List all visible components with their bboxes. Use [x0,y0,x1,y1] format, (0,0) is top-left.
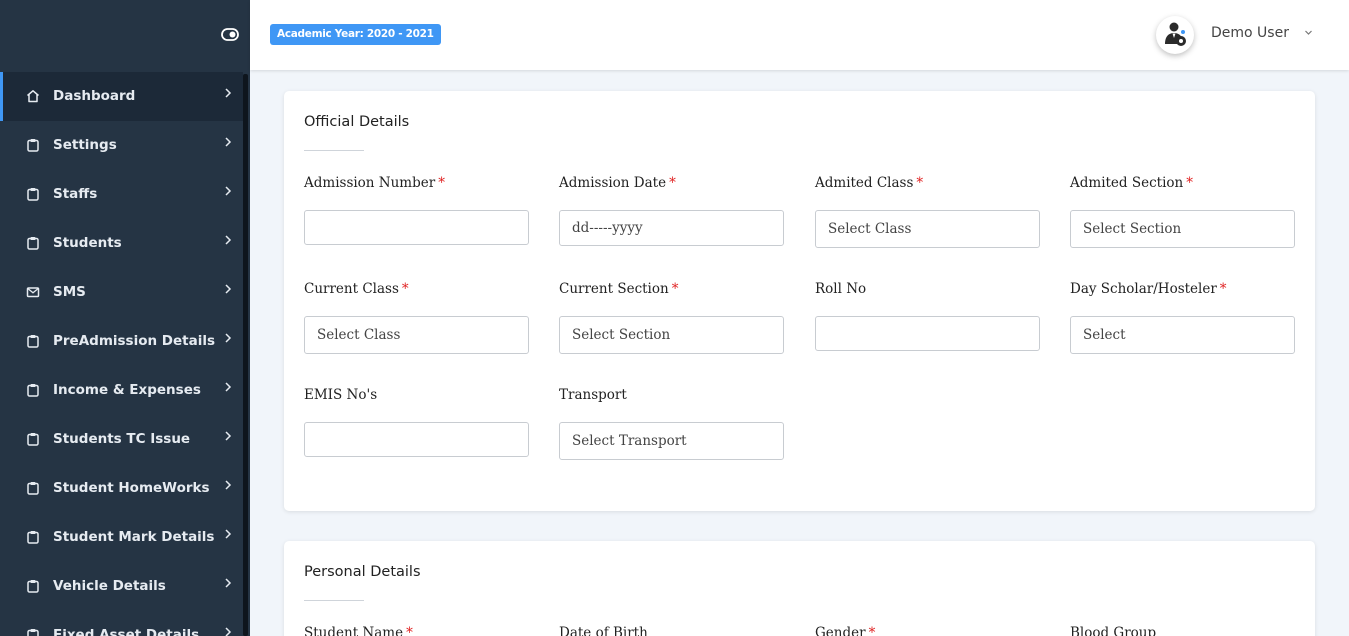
sidebar-item-label: Students TC Issue [53,431,191,447]
sidebar-item-label: Student HomeWorks [53,480,210,496]
sidebar-item-label: Fixed Asset Details [53,627,200,636]
admission-number-input[interactable] [304,210,529,245]
day-scholar-hosteler-label: Day Scholar/Hosteler * [1070,281,1227,297]
admission-number-label: Admission Number * [304,175,445,191]
clipboard-icon [27,384,39,397]
user-settings-icon [1165,22,1186,46]
date-of-birth-label: Date of Birth [559,625,648,636]
sidebar-item-student-mark-details[interactable]: Student Mark Details [0,513,243,562]
chevron-right-icon [225,137,232,147]
title-divider [304,150,364,151]
sidebar-scrollbar[interactable] [243,74,248,636]
student-name-label: Student Name * [304,625,413,636]
chevron-right-icon [225,382,232,392]
chevron-right-icon [225,186,232,196]
current-section-label: Current Section * [559,281,679,297]
roll-no-label: Roll No [815,281,867,297]
academic-year-badge: Academic Year: 2020 - 2021 [270,24,441,45]
chevron-right-icon [225,480,232,490]
sidebar-item-income-expenses[interactable]: Income & Expenses [0,366,243,415]
clipboard-icon [27,629,39,636]
transport-select[interactable]: Select Transport [559,422,784,460]
sidebar-item-label: Income & Expenses [53,382,201,398]
toggle-sidebar-icon[interactable] [221,28,239,41]
emis-no-label: EMIS No's [304,387,378,403]
roll-no-input[interactable] [815,316,1040,351]
admited-section-select[interactable]: Select Section [1070,210,1295,248]
mail-icon [26,287,40,298]
transport-label: Transport [559,387,627,403]
sidebar-nav: Dashboard Settings Staffs Students SMS P… [0,72,243,636]
current-class-label: Current Class * [304,281,409,297]
chevron-right-icon [225,431,232,441]
admission-date-label: Admission Date * [559,175,676,191]
clipboard-icon [27,237,39,250]
sidebar-item-label: SMS [53,284,86,300]
admission-date-input[interactable]: dd-----yyyy [559,210,784,246]
sidebar-top [0,0,250,70]
chevron-down-icon[interactable] [1304,28,1313,37]
sidebar: Dashboard Settings Staffs Students SMS P… [0,0,250,636]
user-name[interactable]: Demo User [1211,25,1289,41]
admited-class-label: Admited Class * [815,175,924,191]
sidebar-item-staffs[interactable]: Staffs [0,170,243,219]
clipboard-icon [27,433,39,446]
clipboard-icon [27,531,39,544]
official-details-card: Official Details Admission Number * Admis… [284,91,1315,511]
sidebar-item-label: Students [53,235,122,251]
chevron-right-icon [225,627,232,636]
gender-label: Gender * [815,625,876,636]
sidebar-item-label: Vehicle Details [53,578,166,594]
clipboard-icon [27,139,39,152]
day-scholar-hosteler-select[interactable]: Select [1070,316,1295,354]
sidebar-item-fixed-asset-details[interactable]: Fixed Asset Details [0,611,243,636]
sidebar-item-vehicle-details[interactable]: Vehicle Details [0,562,243,611]
chevron-right-icon [225,529,232,539]
admited-section-label: Admited Section * [1070,175,1193,191]
sidebar-item-students-tc-issue[interactable]: Students TC Issue [0,415,243,464]
section-title: Personal Details [304,564,421,580]
sidebar-item-label: Dashboard [53,88,136,104]
current-section-select[interactable]: Select Section [559,316,784,354]
blood-group-label: Blood Group [1070,625,1157,636]
chevron-right-icon [225,88,232,98]
sidebar-item-student-homeworks[interactable]: Student HomeWorks [0,464,243,513]
current-class-select[interactable]: Select Class [304,316,529,354]
sidebar-item-label: Student Mark Details [53,529,215,545]
sidebar-item-label: Staffs [53,186,98,202]
chevron-right-icon [225,333,232,343]
admited-class-select[interactable]: Select Class [815,210,1040,248]
clipboard-icon [27,188,39,201]
sidebar-item-sms[interactable]: SMS [0,268,243,317]
sidebar-item-dashboard[interactable]: Dashboard [0,72,243,121]
clipboard-icon [27,580,39,593]
sidebar-item-label: Settings [53,137,117,153]
avatar[interactable] [1156,16,1194,54]
sidebar-item-label: PreAdmission Details [53,333,216,349]
clipboard-icon [27,335,39,348]
top-header: Academic Year: 2020 - 2021 Demo User [250,0,1349,70]
sidebar-item-settings[interactable]: Settings [0,121,243,170]
section-title: Official Details [304,114,410,130]
clipboard-icon [27,482,39,495]
title-divider [304,600,364,601]
sidebar-item-students[interactable]: Students [0,219,243,268]
emis-no-input[interactable] [304,422,529,457]
chevron-right-icon [225,235,232,245]
sidebar-item-preadmission[interactable]: PreAdmission Details [0,317,243,366]
chevron-right-icon [225,284,232,294]
chevron-right-icon [225,578,232,588]
personal-details-card: Personal Details Student Name * Date of B… [284,541,1315,636]
home-icon [27,90,39,103]
